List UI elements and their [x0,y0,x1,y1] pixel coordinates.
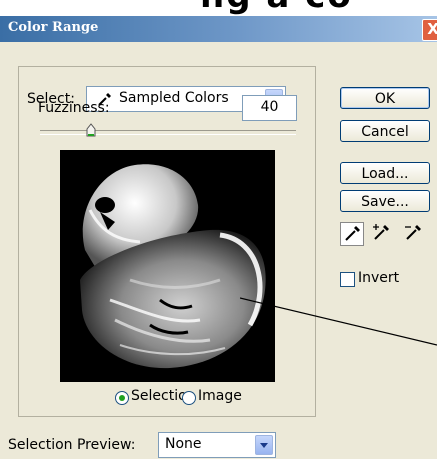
ok-button[interactable]: OK [340,87,430,109]
selection-preview-dropdown[interactable]: None [158,432,276,458]
close-icon: X [427,20,437,38]
fuzziness-label: Fuzziness: [38,100,110,116]
select-value: Sampled Colors [119,90,229,106]
selection-preview-label: Selection Preview: [8,437,136,453]
background-document-text: ng a co [200,0,353,16]
cancel-button[interactable]: Cancel [340,120,430,142]
dialog-title: Color Range [8,20,99,35]
selection-radio[interactable] [115,391,129,405]
save-button[interactable]: Save... [340,190,430,212]
fuzziness-input[interactable]: 40 [242,95,297,121]
eyedropper-minus-icon [405,225,421,240]
image-radio[interactable] [182,391,196,405]
dialog-titlebar[interactable]: Color Range X [0,16,437,42]
eyedropper-plus-tool-button[interactable] [370,222,394,246]
selection-preview-value: None [165,436,202,452]
eyedropper-minus-tool-button[interactable] [402,222,426,246]
eyedropper-plus-icon [373,224,389,240]
eyedropper-icon [345,226,360,241]
background-document-strip: ng a co [0,0,437,16]
chevron-down-icon[interactable] [255,435,273,455]
fuzziness-value: 40 [260,99,279,115]
eyedropper-tool-button[interactable] [340,222,364,246]
image-radio-label: Image [198,388,242,404]
pointer-line [240,297,437,346]
fuzziness-slider-track[interactable] [40,130,296,135]
load-button[interactable]: Load... [340,162,430,184]
close-button[interactable]: X [422,19,437,41]
invert-checkbox[interactable] [340,272,355,287]
fuzziness-slider-thumb[interactable] [86,123,96,137]
invert-label: Invert [358,270,400,286]
